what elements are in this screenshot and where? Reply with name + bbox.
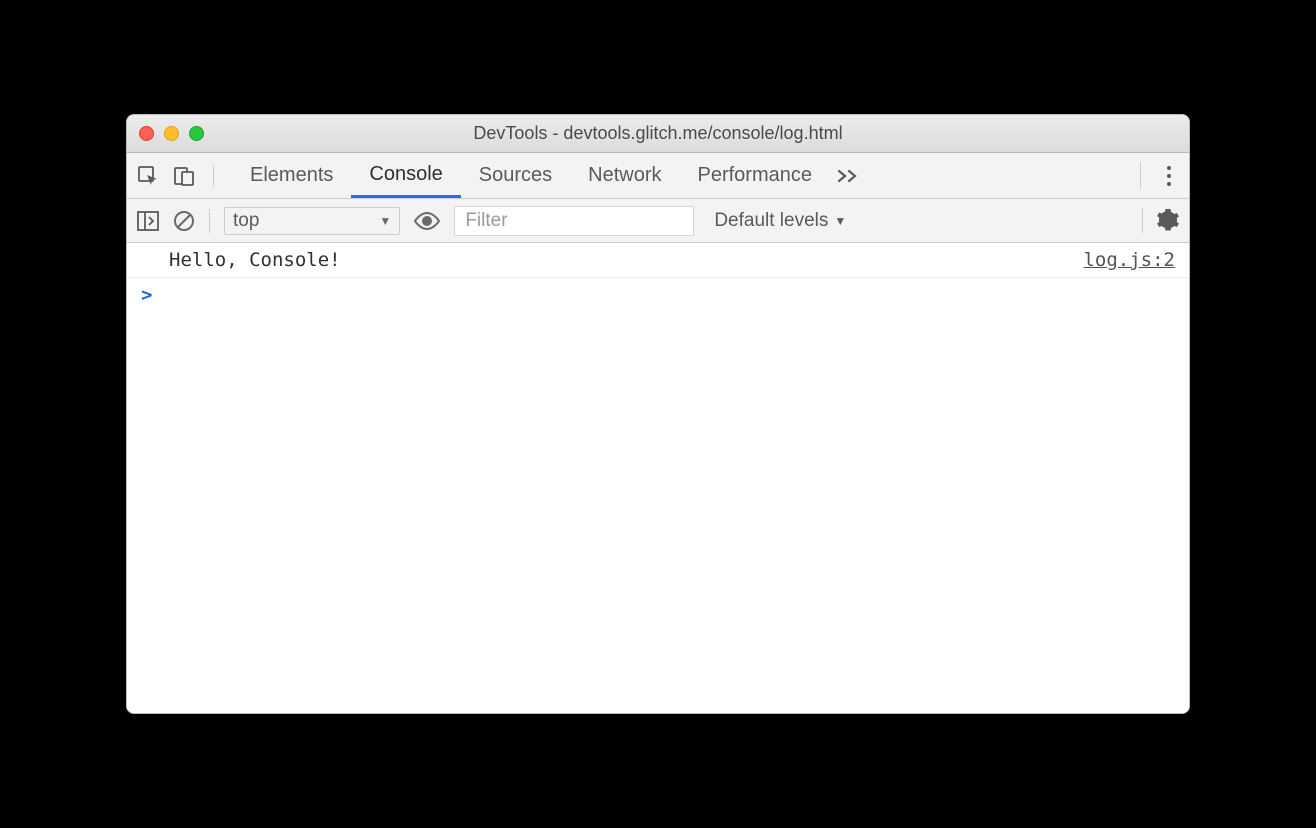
log-message-text: Hello, Console!: [169, 249, 341, 271]
toggle-sidebar-icon[interactable]: [137, 211, 159, 231]
console-settings-icon[interactable]: [1157, 209, 1179, 231]
window-controls: [139, 126, 204, 141]
titlebar: DevTools - devtools.glitch.me/console/lo…: [127, 115, 1189, 153]
chevron-down-icon: ▼: [834, 214, 846, 228]
kebab-icon: [1159, 166, 1179, 186]
maximize-window-button[interactable]: [189, 126, 204, 141]
tab-label: Performance: [698, 164, 813, 187]
divider: [209, 209, 210, 233]
tab-sources[interactable]: Sources: [461, 153, 570, 198]
chevron-down-icon: ▼: [379, 214, 391, 228]
source-link[interactable]: log.js:2: [1083, 249, 1175, 271]
devtools-window: DevTools - devtools.glitch.me/console/lo…: [126, 114, 1190, 714]
panel-tabstrip: Elements Console Sources Network Perform…: [127, 153, 1189, 199]
settings-menu-button[interactable]: [1140, 162, 1179, 189]
console-prompt[interactable]: >: [127, 278, 1189, 312]
minimize-window-button[interactable]: [164, 126, 179, 141]
levels-label: Default levels: [714, 210, 828, 232]
tab-elements[interactable]: Elements: [232, 153, 351, 198]
tab-label: Console: [369, 163, 442, 186]
more-tabs-icon[interactable]: [836, 168, 860, 184]
close-window-button[interactable]: [139, 126, 154, 141]
context-value: top: [233, 210, 259, 232]
log-levels-selector[interactable]: Default levels ▼: [714, 210, 846, 232]
console-output: Hello, Console! log.js:2 >: [127, 243, 1189, 713]
log-message-row[interactable]: Hello, Console! log.js:2: [127, 243, 1189, 278]
tab-performance[interactable]: Performance: [680, 153, 831, 198]
tab-label: Network: [588, 164, 661, 187]
tab-label: Elements: [250, 164, 333, 187]
inspect-element-icon[interactable]: [137, 165, 159, 187]
context-selector[interactable]: top ▼: [224, 207, 400, 235]
window-title: DevTools - devtools.glitch.me/console/lo…: [127, 123, 1189, 144]
tab-label: Sources: [479, 164, 552, 187]
tab-console[interactable]: Console: [351, 153, 460, 198]
live-expression-icon[interactable]: [414, 212, 440, 230]
tab-network[interactable]: Network: [570, 153, 679, 198]
device-toolbar-icon[interactable]: [173, 165, 195, 187]
clear-console-icon[interactable]: [173, 210, 195, 232]
filter-input[interactable]: [454, 206, 694, 236]
prompt-caret: >: [141, 284, 152, 306]
console-toolbar: top ▼ Default levels ▼: [127, 199, 1189, 243]
